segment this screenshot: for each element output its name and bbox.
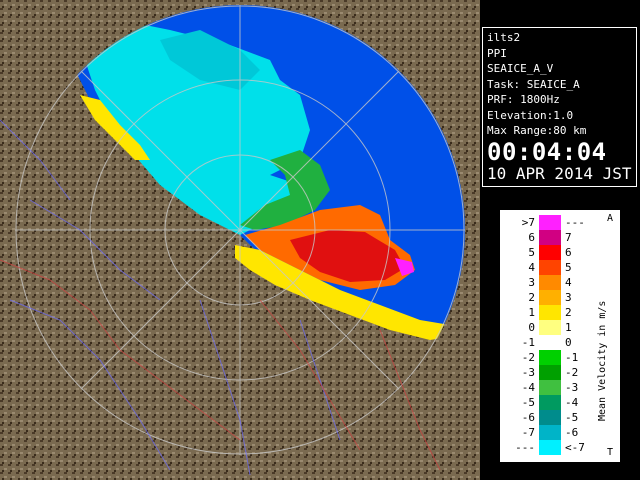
legend-swatch: [539, 260, 561, 275]
legend-title: Mean Velocity in m/s: [597, 300, 608, 421]
legend-low-label: -3: [521, 366, 535, 379]
legend-high-label: 2: [565, 306, 572, 319]
side-panel: ilts2 PPI SEAICE_A_V Task: SEAICE_A PRF:…: [480, 0, 640, 480]
legend-low-label: 0: [528, 321, 535, 334]
legend-title-container: Mean Velocity in m/s: [597, 251, 611, 421]
legend-swatch: [539, 245, 561, 260]
legend-swatch: [539, 275, 561, 290]
legend-top-mark: A: [607, 213, 614, 224]
legend-low-label: -5: [521, 396, 535, 409]
scan-date: 10 APR 2014 JST: [487, 163, 632, 183]
legend-swatch: [539, 335, 561, 350]
legend-high-label: -4: [565, 396, 579, 409]
scan-time: 00:04:04: [487, 137, 607, 166]
legend-low-label: -7: [521, 426, 535, 439]
legend-high-label: 0: [565, 336, 572, 349]
elevation-value: Elevation:1.0: [487, 108, 574, 122]
legend-swatch: [539, 320, 561, 335]
legend-high-label: 1: [565, 321, 572, 334]
legend-high-label: 4: [565, 276, 572, 289]
info-box: ilts2 PPI SEAICE_A_V Task: SEAICE_A PRF:…: [482, 27, 637, 187]
scan-mode: PPI: [487, 46, 507, 60]
legend-bottom-mark: T: [607, 447, 614, 458]
legend-low-label: -6: [521, 411, 535, 424]
legend-swatch: [539, 395, 561, 410]
legend-high-label: 5: [565, 261, 572, 274]
legend-low-label: -1: [521, 336, 535, 349]
task-name: Task: SEAICE_A: [487, 77, 580, 91]
legend-high-label: -6: [565, 426, 579, 439]
legend-swatch: [539, 290, 561, 305]
legend-low-label: 2: [528, 291, 535, 304]
legend-high-label: <-7: [565, 441, 585, 454]
site-name: ilts2: [487, 31, 521, 44]
legend-swatch: [539, 425, 561, 440]
legend-high-label: -5: [565, 411, 579, 424]
legend-swatch: [539, 350, 561, 365]
velocity-legend: >7 --- 6 7 5 6 4 5 3 4 2 3 1 2 0 1 -1 0 -2 -1 -3 -2 -4 -3 -5 -4 -6…: [500, 210, 620, 462]
max-range: Max Range:80 km: [487, 124, 587, 137]
legend-high-label: -3: [565, 381, 579, 394]
legend-low-label: 1: [528, 306, 535, 319]
legend-low-label: ---: [515, 441, 535, 454]
legend-low-label: 5: [528, 246, 535, 259]
prf-value: PRF: 1800Hz: [487, 93, 560, 106]
radar-ppi-map: [0, 0, 480, 480]
legend-low-label: 4: [528, 261, 535, 274]
legend-high-label: -2: [565, 366, 579, 379]
legend-swatch: [539, 305, 561, 320]
legend-swatch: [539, 365, 561, 380]
legend-high-label: 6: [565, 246, 572, 259]
legend-low-label: -2: [521, 351, 535, 364]
legend-low-label: 6: [528, 231, 535, 244]
legend-swatch: [539, 440, 561, 455]
legend-low-label: 3: [528, 276, 535, 289]
legend-swatch: [539, 410, 561, 425]
product-name: SEAICE_A_V: [487, 62, 554, 75]
legend-swatch: [539, 380, 561, 395]
legend-high-label: ---: [565, 216, 585, 229]
legend-low-label: -4: [521, 381, 535, 394]
legend-swatch: [539, 230, 561, 245]
legend-low-label: >7: [521, 216, 535, 229]
legend-swatch: [539, 215, 561, 230]
legend-high-label: -1: [565, 351, 579, 364]
legend-high-label: 7: [565, 231, 572, 244]
legend-high-label: 3: [565, 291, 572, 304]
